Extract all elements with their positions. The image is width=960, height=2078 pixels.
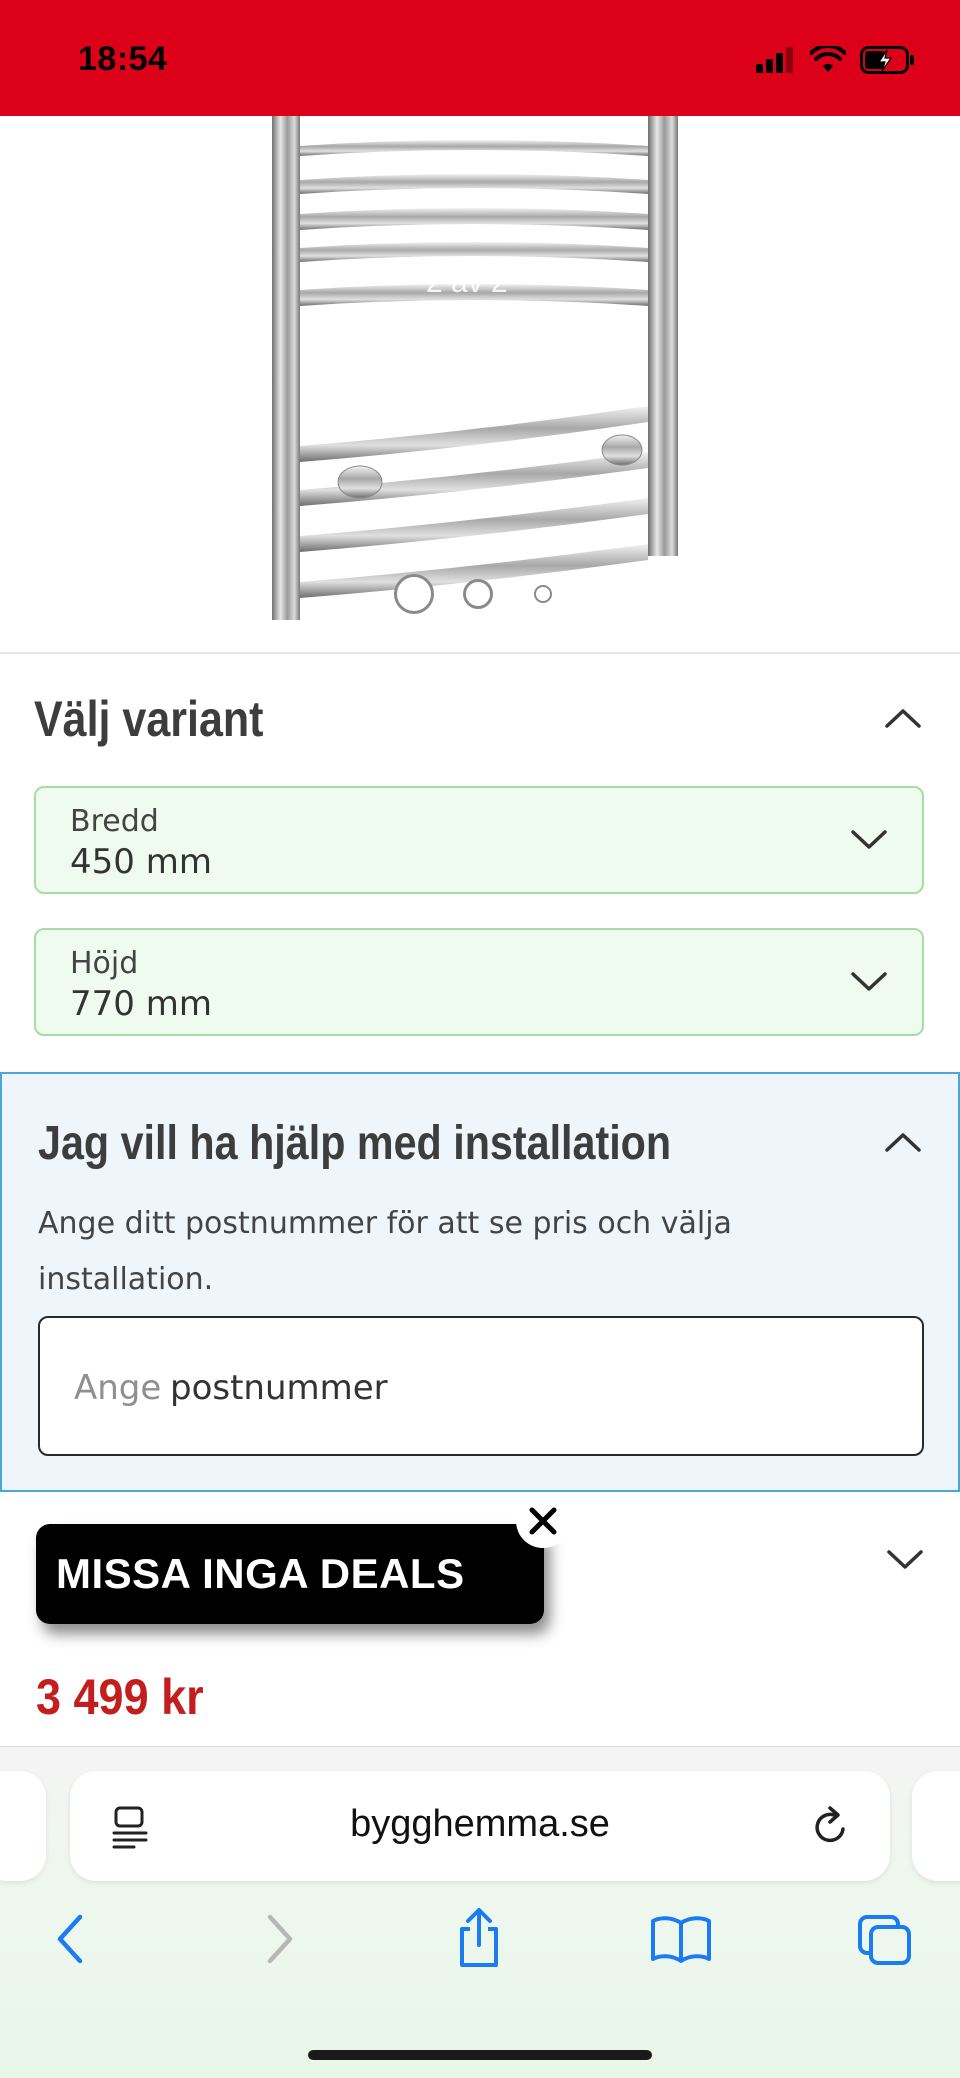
address-bar-url: bygghemma.se — [350, 1803, 610, 1845]
chevron-down-icon — [851, 830, 887, 849]
postal-code-placeholder: postnummer — [170, 1368, 388, 1408]
product-price: 3 499 kr — [36, 1669, 204, 1725]
address-bar[interactable]: bygghemma.se — [70, 1771, 890, 1881]
previous-tab-peek[interactable] — [0, 1771, 46, 1881]
home-indicator[interactable] — [308, 2050, 652, 2060]
status-icons — [756, 46, 916, 74]
chevron-down-icon[interactable] — [886, 1548, 924, 1572]
height-select-label: Höjd — [70, 946, 139, 981]
installation-description: Ange ditt postnummer för att se pris och… — [38, 1206, 732, 1297]
status-time: 18:54 — [78, 40, 168, 78]
variant-section-title: Välj variant — [34, 691, 264, 747]
product-image-gallery[interactable]: 2 av 2 — [0, 116, 960, 652]
cellular-signal-icon — [756, 47, 793, 73]
height-select[interactable]: Höjd 770 mm — [34, 928, 924, 1036]
back-icon[interactable] — [54, 1913, 86, 1965]
width-select-value: 450 mm — [70, 842, 212, 882]
postal-code-input[interactable]: Ange postnummer — [38, 1316, 924, 1456]
chevron-down-icon — [851, 972, 887, 991]
gallery-pagination-dots — [0, 574, 960, 614]
battery-charging-icon — [860, 46, 914, 74]
status-bar: 18:54 — [0, 0, 960, 116]
wifi-icon — [810, 46, 846, 72]
deals-popup-label: MISSA INGA DEALS — [56, 1550, 465, 1597]
section-divider — [0, 652, 960, 654]
chevron-up-icon[interactable] — [884, 1130, 922, 1154]
installation-panel: Jag vill ha hjälp med installation Ange … — [0, 1072, 960, 1492]
width-select[interactable]: Bredd 450 mm — [34, 786, 924, 894]
chevron-up-icon[interactable] — [884, 706, 922, 730]
height-select-value: 770 mm — [70, 984, 212, 1024]
gallery-dot-3[interactable] — [534, 585, 552, 603]
forward-icon[interactable] — [264, 1913, 296, 1965]
width-select-label: Bredd — [70, 804, 159, 839]
image-counter: 2 av 2 — [426, 266, 508, 299]
next-tab-peek[interactable] — [912, 1771, 960, 1881]
bookmarks-icon[interactable] — [650, 1915, 712, 1963]
installation-title: Jag vill ha hjälp med installation — [38, 1117, 672, 1170]
deals-popup-banner[interactable]: MISSA INGA DEALS — [36, 1524, 544, 1624]
close-icon — [529, 1507, 557, 1535]
tabs-icon[interactable] — [856, 1913, 914, 1967]
gallery-dot-2[interactable] — [463, 579, 493, 609]
product-image-towel-radiator — [272, 116, 678, 620]
gallery-dot-1[interactable] — [394, 574, 434, 614]
postal-code-placeholder-prefix: Ange — [74, 1368, 162, 1408]
share-icon[interactable] — [454, 1907, 504, 1969]
browser-chrome: bygghemma.se — [0, 1746, 960, 2078]
deals-popup-close-button[interactable] — [516, 1494, 570, 1548]
reload-icon[interactable] — [810, 1805, 852, 1849]
